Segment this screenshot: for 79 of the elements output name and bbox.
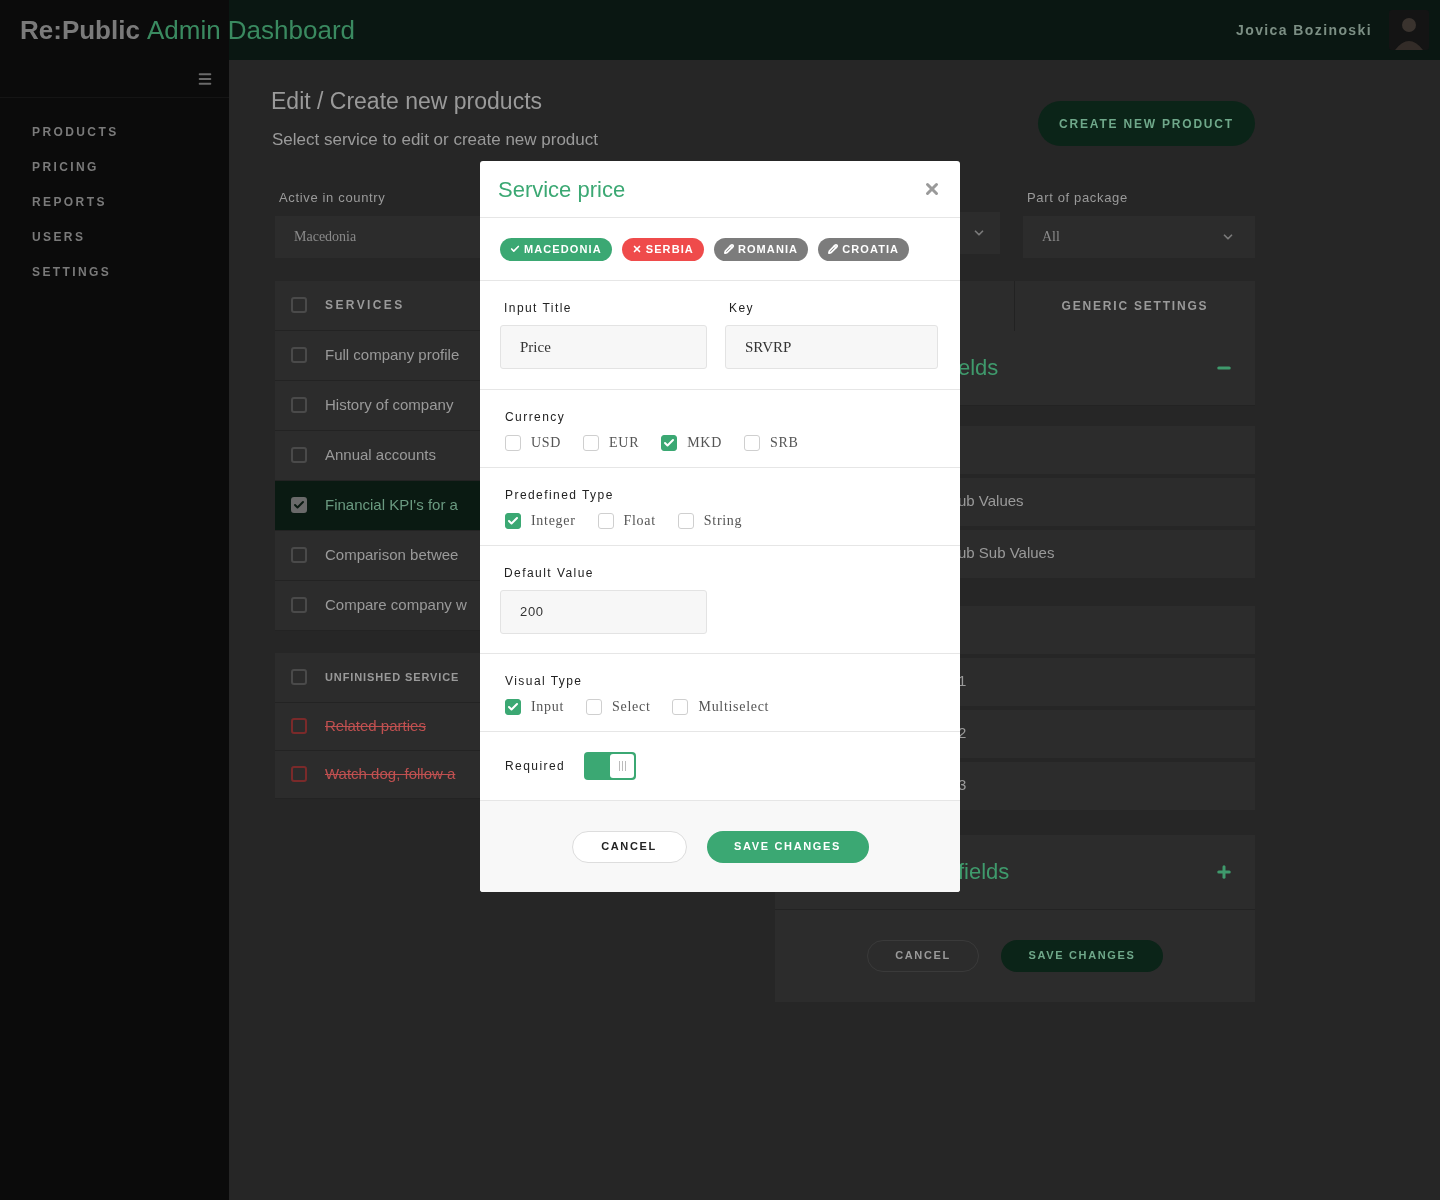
package-dropdown[interactable]: All (1023, 215, 1255, 258)
group-title: fields (958, 858, 1010, 886)
service-name: History of company (325, 394, 454, 415)
close-icon (631, 244, 642, 254)
country-tag[interactable]: ROMANIA (713, 237, 809, 261)
checkbox[interactable] (291, 669, 307, 685)
field-label: Key (729, 300, 754, 317)
page-title: Edit / Create new products (271, 87, 543, 116)
page-subtitle: Select service to edit or create new product (272, 128, 598, 151)
checkbox[interactable] (291, 347, 307, 363)
section-header: UNFINISHED SERVICE (325, 669, 460, 685)
option-label: EUR (609, 434, 640, 452)
filter-label: Part of package (1027, 189, 1128, 207)
country-tag[interactable]: CROATIA (818, 237, 910, 261)
dialog-title: Service price (498, 175, 626, 204)
user-name: Jovica Bozinoski (1236, 20, 1372, 40)
checkbox[interactable] (505, 512, 521, 529)
section-label: Predefined Type (505, 487, 614, 504)
nav-link[interactable]: REPORTS (32, 194, 107, 210)
brand-subtitle: Admin Dashboard (146, 13, 356, 47)
nav-link[interactable]: USERS (32, 229, 86, 245)
check-icon (293, 499, 305, 511)
field-label: Default Value (504, 565, 594, 582)
checkbox[interactable] (505, 698, 521, 715)
required-toggle[interactable] (584, 752, 637, 780)
expand-icon[interactable] (1215, 862, 1233, 881)
nav-link[interactable]: PRICING (32, 159, 99, 175)
brand-name: Re:Public (20, 13, 140, 47)
option-label: Input (531, 698, 565, 716)
country-tag[interactable]: SERBIA (621, 237, 704, 261)
text-field[interactable]: Price (500, 325, 707, 369)
service-name: Annual accounts (325, 444, 436, 465)
section-label: Currency (505, 409, 566, 426)
group-title: elds (958, 354, 999, 382)
section-header: SERVICES (325, 297, 405, 314)
checkbox[interactable] (291, 397, 307, 413)
check-icon (507, 514, 519, 527)
field-label: Required (505, 758, 566, 775)
country-tag[interactable]: MACEDONIA (500, 237, 612, 261)
field-label: Input Title (504, 300, 572, 317)
save-changes-button[interactable]: SAVE CHANGES (1001, 939, 1163, 972)
pencil-icon (723, 244, 734, 254)
option-label: Float (623, 512, 656, 530)
nav-link[interactable]: SETTINGS (32, 264, 112, 280)
avatar[interactable] (1389, 10, 1429, 50)
checkbox[interactable] (291, 718, 307, 734)
checkbox[interactable] (291, 297, 307, 313)
pencil-icon (828, 244, 839, 254)
save-changes-button[interactable]: SAVE CHANGES (706, 830, 869, 863)
service-name: Compare company w (325, 594, 467, 615)
option-label: Multiselect (698, 698, 770, 716)
option-label: Integer (531, 512, 576, 530)
service-name: Financial KPI's for a (325, 494, 458, 515)
nav-link[interactable]: PRODUCTS (32, 124, 119, 140)
checkbox[interactable] (291, 766, 307, 782)
text-field[interactable]: SRVRP (725, 325, 938, 369)
option-label: MKD (687, 434, 722, 452)
check-icon (663, 436, 676, 449)
service-name[interactable]: Related parties (325, 714, 426, 738)
create-product-button[interactable]: CREATE NEW PRODUCT (1038, 101, 1255, 146)
option-label: USD (531, 434, 562, 452)
filter-label: Active in country (279, 189, 386, 207)
cancel-button[interactable]: CANCEL (571, 830, 687, 863)
option-label: SRB (770, 434, 799, 452)
check-icon (507, 700, 519, 713)
default-value-field[interactable]: 200 (500, 590, 707, 634)
option-label: String (703, 512, 743, 530)
service-name[interactable]: Watch dog, follow a (325, 762, 456, 786)
service-name: Full company profile (325, 344, 460, 365)
menu-icon[interactable] (197, 70, 213, 87)
service-name: Comparison betwee (325, 544, 459, 565)
section-label: Visual Type (505, 673, 583, 690)
checkbox[interactable] (661, 434, 678, 451)
check-icon (510, 244, 520, 254)
checkbox[interactable] (291, 497, 307, 513)
option-label: Select (612, 698, 651, 716)
checkbox[interactable] (291, 547, 307, 563)
checkbox[interactable] (291, 447, 307, 463)
checkbox[interactable] (291, 597, 307, 613)
